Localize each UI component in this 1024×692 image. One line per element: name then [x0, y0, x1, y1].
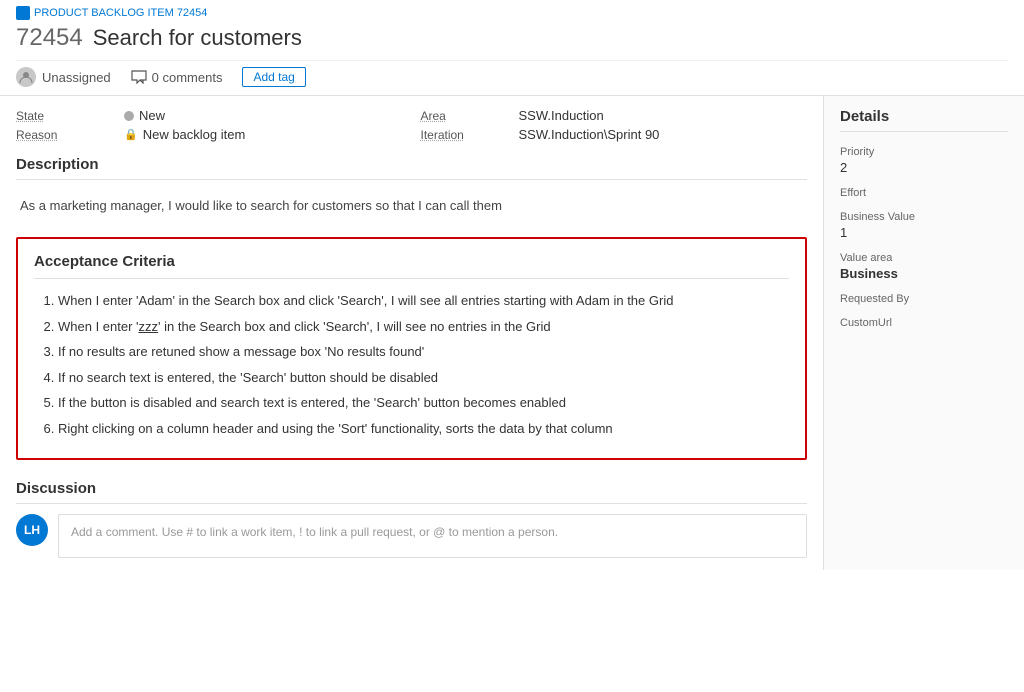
reason-value: 🔒 New backlog item — [124, 127, 413, 142]
requested-by-label: Requested By — [840, 293, 1008, 305]
business-value-item: Business Value 1 — [840, 211, 1008, 240]
breadcrumb: PRODUCT BACKLOG ITEM 72454 — [16, 6, 1008, 20]
left-panel: State New Area SSW.Induction Reason 🔒 Ne… — [0, 96, 824, 570]
area-value: SSW.Induction — [519, 108, 808, 123]
effort-item: Effort — [840, 187, 1008, 199]
effort-label: Effort — [840, 187, 1008, 199]
priority-value: 2 — [840, 160, 1008, 175]
fields-grid: State New Area SSW.Induction Reason 🔒 Ne… — [16, 108, 807, 142]
comments-count: 0 comments — [152, 70, 223, 85]
list-item: If no results are retuned show a message… — [58, 342, 789, 362]
value-area-value: Business — [840, 266, 1008, 281]
state-dot — [124, 111, 134, 121]
comment-input-row: LH Add a comment. Use # to link a work i… — [16, 514, 807, 558]
custom-url-label: CustomUrl — [840, 317, 1008, 329]
iteration-label: Iteration — [421, 128, 511, 142]
list-item: When I enter 'zzz' in the Search box and… — [58, 317, 789, 337]
priority-item: Priority 2 — [840, 146, 1008, 175]
custom-url-item: CustomUrl — [840, 317, 1008, 329]
right-panel: Details Priority 2 Effort Business Value… — [824, 96, 1024, 570]
value-area-label: Value area — [840, 252, 1008, 264]
assignee-icon — [16, 67, 36, 87]
ac-list: When I enter 'Adam' in the Search box an… — [34, 291, 789, 438]
meta-row: Unassigned 0 comments Add tag — [16, 60, 1008, 95]
comments-button[interactable]: 0 comments — [131, 70, 223, 85]
assignee[interactable]: Unassigned — [16, 67, 111, 87]
discussion-title: Discussion — [16, 480, 807, 504]
comment-input[interactable]: Add a comment. Use # to link a work item… — [58, 514, 807, 558]
avatar: LH — [16, 514, 48, 546]
product-backlog-icon — [16, 6, 30, 20]
ac-title: Acceptance Criteria — [34, 253, 789, 279]
description-text: As a marketing manager, I would like to … — [16, 190, 807, 221]
state-label: State — [16, 109, 116, 123]
item-title: Search for customers — [93, 25, 302, 51]
lock-icon: 🔒 — [124, 128, 138, 141]
requested-by-item: Requested By — [840, 293, 1008, 305]
main-content: State New Area SSW.Induction Reason 🔒 Ne… — [0, 96, 1024, 570]
value-area-item: Value area Business — [840, 252, 1008, 281]
reason-label: Reason — [16, 128, 116, 142]
breadcrumb-text: PRODUCT BACKLOG ITEM 72454 — [34, 7, 207, 19]
business-value-value: 1 — [840, 225, 1008, 240]
item-id: 72454 — [16, 24, 83, 52]
discussion-section: Discussion LH Add a comment. Use # to li… — [16, 480, 807, 558]
iteration-value: SSW.Induction\Sprint 90 — [519, 127, 808, 142]
list-item: If no search text is entered, the 'Searc… — [58, 368, 789, 388]
list-item: If the button is disabled and search tex… — [58, 393, 789, 413]
business-value-label: Business Value — [840, 211, 1008, 223]
description-section-title: Description — [16, 156, 807, 180]
priority-label: Priority — [840, 146, 1008, 158]
title-row: 72454 Search for customers — [16, 24, 1008, 60]
acceptance-criteria-box: Acceptance Criteria When I enter 'Adam' … — [16, 237, 807, 460]
state-value: New — [124, 108, 413, 123]
list-item: Right clicking on a column header and us… — [58, 419, 789, 439]
details-title: Details — [840, 108, 1008, 132]
assignee-label: Unassigned — [42, 70, 111, 85]
list-item: When I enter 'Adam' in the Search box an… — [58, 291, 789, 311]
area-label: Area — [421, 109, 511, 123]
add-tag-button[interactable]: Add tag — [242, 67, 305, 87]
top-bar: PRODUCT BACKLOG ITEM 72454 72454 Search … — [0, 0, 1024, 96]
underline-text: zzz — [139, 319, 159, 334]
